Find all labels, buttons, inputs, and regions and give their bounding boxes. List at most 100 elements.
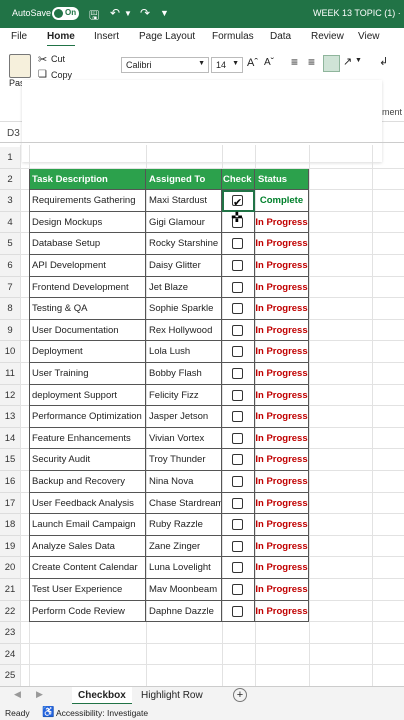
chevron-down-icon[interactable]: ▼ [355,57,362,64]
wrap-text-icon[interactable]: ↲ [379,55,388,68]
check-cell[interactable] [222,276,255,299]
check-cell[interactable] [222,492,255,515]
tab-view[interactable]: View [358,31,380,42]
increase-font-icon[interactable]: Aˆ [247,57,258,69]
row-header[interactable]: 11 [0,363,20,385]
assigned-to-cell[interactable]: Sophie Sparkle [146,298,222,320]
assigned-to-cell[interactable]: Nina Nova [146,471,222,493]
status-cell[interactable]: In Progress [255,427,309,450]
add-sheet-icon[interactable]: + [233,688,247,702]
header-status[interactable]: Status [255,168,309,191]
check-cell[interactable] [222,298,255,320]
task-description-cell[interactable]: Create Content Calendar [29,557,146,579]
assigned-to-cell[interactable]: Felicity Fizz [146,384,222,407]
status-cell[interactable]: In Progress [255,600,309,623]
copy-icon[interactable]: ❏ [38,69,47,80]
task-description-cell[interactable]: Backup and Recovery [29,471,146,493]
font-name-select[interactable]: Calibri ▼ [121,57,209,73]
paste-icon[interactable] [9,54,31,78]
task-checkbox[interactable] [232,346,243,358]
check-cell[interactable] [222,319,255,342]
status-cell[interactable]: In Progress [255,276,309,299]
worksheet-grid[interactable]: 1 2 3 4 5 6 7 8 9 10 11 12 13 14 15 16 17 18 19 20 21 22 23 24 2… [0,145,404,686]
task-checkbox[interactable] [232,562,243,574]
task-checkbox[interactable] [232,411,243,423]
task-checkbox[interactable] [232,260,243,271]
assigned-to-cell[interactable]: Gigi Glamour [146,211,222,234]
tab-review[interactable]: Review [311,31,344,42]
task-checkbox[interactable] [232,476,243,487]
font-size-select[interactable]: 14 ▼ [211,57,243,73]
task-checkbox[interactable] [232,238,243,250]
tab-file[interactable]: File [11,31,27,42]
undo-dropdown-icon[interactable]: ▼ [124,9,132,18]
task-checkbox[interactable] [232,432,243,444]
task-description-cell[interactable]: Design Mockups [29,211,146,234]
status-cell[interactable]: In Progress [255,233,309,255]
task-description-cell[interactable]: User Training [29,363,146,385]
check-cell[interactable] [222,233,255,255]
status-cell[interactable]: In Progress [255,535,309,558]
task-checkbox[interactable] [232,368,243,379]
status-cell[interactable]: In Progress [255,298,309,320]
assigned-to-cell[interactable]: Luna Lovelight [146,557,222,579]
check-cell[interactable] [222,514,255,536]
row-header[interactable]: 24 [0,643,20,666]
task-description-cell[interactable]: Requirements Gathering [29,190,146,212]
status-cell[interactable]: In Progress [255,384,309,407]
row-header[interactable]: 14 [0,427,20,450]
assigned-to-cell[interactable]: Rex Hollywood [146,319,222,342]
header-task-description[interactable]: Task Description [29,168,146,191]
row-header[interactable]: 10 [0,341,20,363]
align-middle-icon[interactable]: ≡ [308,55,315,69]
scroll-left-icon[interactable]: ◀ [14,689,21,700]
row-header[interactable]: 18 [0,514,20,536]
row-header[interactable]: 15 [0,449,20,471]
autosave-toggle[interactable]: On [52,7,79,20]
assigned-to-cell[interactable]: Bobby Flash [146,363,222,385]
align-top-icon[interactable]: ≡ [291,55,298,69]
undo-icon[interactable]: ↶ [110,6,120,20]
check-cell[interactable] [222,406,255,428]
row-header[interactable]: 5 [0,233,20,255]
task-description-cell[interactable]: User Feedback Analysis [29,492,146,515]
status-cell[interactable]: In Progress [255,363,309,385]
task-checkbox[interactable] [232,389,243,401]
assigned-to-cell[interactable]: Chase Stardream [146,492,222,515]
check-cell[interactable] [222,600,255,623]
tab-data[interactable]: Data [270,31,291,42]
task-checkbox[interactable] [232,584,243,595]
task-description-cell[interactable]: Feature Enhancements [29,427,146,450]
row-header[interactable]: 20 [0,557,20,579]
tab-insert[interactable]: Insert [94,31,119,42]
task-checkbox[interactable] [232,454,243,466]
orientation-icon[interactable]: ↗ [343,55,352,68]
row-header[interactable]: 7 [0,276,20,299]
sheet-tab-highlight-row[interactable]: Highlight Row [135,687,209,705]
check-cell[interactable] [222,449,255,471]
row-header[interactable]: 4 [0,211,20,234]
task-description-cell[interactable]: Frontend Development [29,276,146,299]
tab-formulas[interactable]: Formulas [212,31,254,42]
assigned-to-cell[interactable]: Daphne Dazzle [146,600,222,623]
customize-toolbar-icon[interactable]: ▼ [160,8,169,18]
assigned-to-cell[interactable]: Lola Lush [146,341,222,363]
row-header[interactable]: 2 [0,168,20,191]
row-header[interactable]: 25 [0,665,20,686]
status-cell[interactable]: In Progress [255,449,309,471]
header-check[interactable]: Check [222,168,255,191]
cut-label[interactable]: Cut [51,54,65,64]
task-checkbox[interactable] [232,540,243,552]
task-description-cell[interactable]: Testing & QA [29,298,146,320]
task-description-cell[interactable]: API Development [29,255,146,277]
row-header[interactable]: 17 [0,492,20,515]
check-cell[interactable] [222,471,255,493]
scissors-icon[interactable]: ✂ [38,53,47,66]
assigned-to-cell[interactable]: Vivian Vortex [146,427,222,450]
align-bottom-icon[interactable] [323,55,340,72]
status-cell[interactable]: In Progress [255,471,309,493]
check-cell[interactable] [222,255,255,277]
check-cell[interactable] [222,384,255,407]
assigned-to-cell[interactable]: Mav Moonbeam [146,579,222,601]
copy-label[interactable]: Copy [51,70,72,80]
